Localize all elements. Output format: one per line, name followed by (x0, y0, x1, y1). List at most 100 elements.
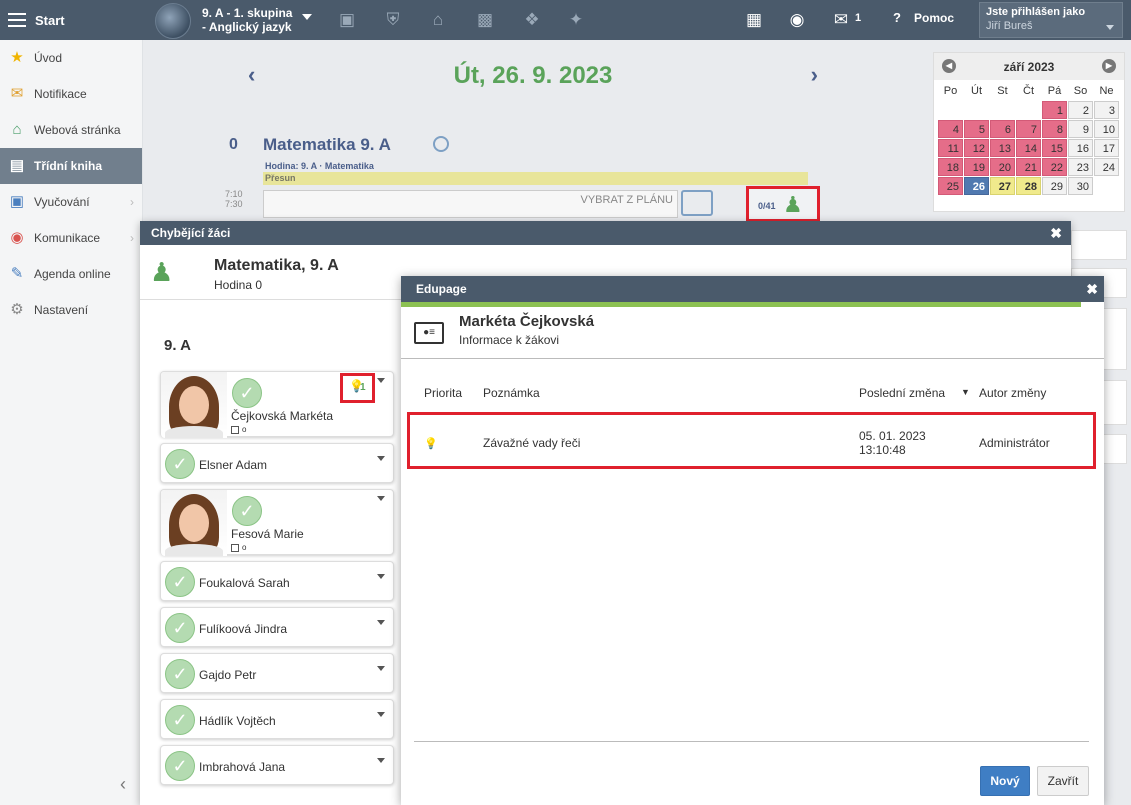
present-check-icon[interactable]: ✓ (165, 613, 195, 643)
calendar-day[interactable]: 13 (990, 139, 1015, 157)
sidebar-item-komunikace[interactable]: ◉ Komunikace › (0, 220, 142, 256)
calendar-day[interactable]: 3 (1094, 101, 1119, 119)
user-menu[interactable]: Jste přihlášen jako Jiří Bureš (979, 2, 1123, 38)
calendar-day[interactable]: 21 (1016, 158, 1041, 176)
walking-people-icon[interactable]: ✦ (566, 10, 586, 30)
cast-icon[interactable]: ▦ (744, 10, 764, 30)
student-card[interactable]: ✓ Fulíkoová Jindra (160, 607, 394, 647)
student-card[interactable]: ✓ Imbrahová Jana (160, 745, 394, 785)
calendar-day[interactable]: 26 (964, 177, 989, 195)
calendar-day[interactable]: 30 (1068, 177, 1093, 195)
calendar-day[interactable]: 1 (1042, 101, 1067, 119)
chevron-down-icon[interactable] (377, 758, 385, 763)
teacher-icon[interactable] (433, 136, 449, 152)
calendar-day[interactable]: 25 (938, 177, 963, 195)
bar-chart-icon[interactable]: ▩ (475, 10, 495, 30)
lesson-title[interactable]: Matematika 9. A (263, 135, 391, 155)
calendar-day[interactable]: 9 (1068, 120, 1093, 138)
present-check-icon[interactable]: ✓ (232, 378, 262, 408)
calendar-day[interactable]: 12 (964, 139, 989, 157)
new-button[interactable]: Nový (980, 766, 1030, 796)
student-card[interactable]: ✓ Fesová Marie o (160, 489, 394, 556)
envelope-icon[interactable]: ✉ (831, 10, 851, 30)
sidebar-item-webova-stranka[interactable]: ⌂ Webová stránka (0, 112, 142, 148)
sidebar-item-nastaveni[interactable]: ⚙ Nastavení (0, 292, 142, 328)
chevron-down-icon[interactable] (377, 378, 385, 383)
dialog-subtitle: Hodina 0 (214, 278, 263, 292)
badge-icon[interactable]: ❖ (522, 10, 542, 30)
column-header-author[interactable]: Autor změny (979, 386, 1046, 400)
calendar-day[interactable]: 15 (1042, 139, 1067, 157)
present-check-icon[interactable]: ✓ (165, 659, 195, 689)
calendar-day[interactable]: 22 (1042, 158, 1067, 176)
calendar-day[interactable]: 11 (938, 139, 963, 157)
sidebar-item-uvod[interactable]: ★ Úvod (0, 40, 142, 76)
calendar-day[interactable]: 23 (1068, 158, 1093, 176)
next-day-icon[interactable]: › (811, 62, 818, 88)
calendar-day[interactable]: 8 (1042, 120, 1067, 138)
student-card[interactable]: ✓ Gajdo Petr (160, 653, 394, 693)
class-selector[interactable]: 9. A - 1. skupina - Anglický jazyk (202, 6, 292, 34)
briefcase-icon[interactable] (681, 190, 713, 216)
present-check-icon[interactable]: ✓ (165, 567, 195, 597)
sidebar-item-agenda-online[interactable]: ✎ Agenda online (0, 256, 142, 292)
calendar-day[interactable]: 5 (964, 120, 989, 138)
help-link[interactable]: Pomoc (914, 11, 954, 25)
start-label: Start (35, 12, 65, 28)
calendar-day[interactable]: 2 (1068, 101, 1093, 119)
close-button[interactable]: Zavřít (1037, 766, 1089, 796)
chevron-down-icon[interactable] (377, 620, 385, 625)
calendar-day[interactable]: 24 (1094, 158, 1119, 176)
start-menu-button[interactable]: Start (0, 0, 143, 40)
present-check-icon[interactable]: ✓ (232, 496, 262, 526)
absent-students-button[interactable]: 0/41 ♟ (746, 186, 820, 222)
column-header-priority[interactable]: Priorita (424, 386, 462, 400)
calendar-day[interactable]: 17 (1094, 139, 1119, 157)
calendar-day[interactable]: 6 (990, 120, 1015, 138)
calendar-day[interactable]: 20 (990, 158, 1015, 176)
present-check-icon[interactable]: ✓ (165, 705, 195, 735)
student-card[interactable]: ✓ Elsner Adam (160, 443, 394, 483)
sort-desc-icon[interactable]: ▼ (961, 387, 970, 397)
sidebar-item-notifikace[interactable]: ✉ Notifikace (0, 76, 142, 112)
bank-icon[interactable]: ⌂ (428, 10, 448, 30)
close-icon[interactable]: ✖ (1086, 276, 1098, 302)
select-from-plan-button[interactable]: VYBRAT Z PLÁNU (263, 190, 678, 218)
sidebar-item-tridni-kniha[interactable]: ▤ Třídní kniha (0, 148, 142, 184)
calendar-day[interactable]: 16 (1068, 139, 1093, 157)
briefcase-icon[interactable]: ▣ (337, 10, 357, 30)
time-to: 7:30 (225, 199, 243, 209)
prev-month-icon[interactable]: ◀ (942, 59, 956, 73)
chevron-down-icon[interactable] (377, 712, 385, 717)
chevron-down-icon[interactable] (377, 456, 385, 461)
student-note-badge[interactable]: 💡 1 (340, 373, 375, 403)
chevron-down-icon[interactable] (377, 496, 385, 501)
calendar-day[interactable]: 14 (1016, 139, 1041, 157)
student-card[interactable]: ✓ Hádlík Vojtěch (160, 699, 394, 739)
shield-icon[interactable]: ⛨ (383, 10, 403, 30)
calendar-day[interactable]: 29 (1042, 177, 1067, 195)
chevron-down-icon[interactable] (377, 666, 385, 671)
column-header-note[interactable]: Poznámka (483, 386, 540, 400)
present-check-icon[interactable]: ✓ (165, 751, 195, 781)
chevron-down-icon[interactable] (377, 574, 385, 579)
sidebar-item-vyucovani[interactable]: ▣ Vyučování › (0, 184, 142, 220)
class-avatar[interactable] (155, 3, 191, 39)
calendar-day[interactable]: 19 (964, 158, 989, 176)
calendar-day[interactable]: 18 (938, 158, 963, 176)
column-header-last-change[interactable]: Poslední změna (859, 386, 945, 400)
collapse-sidebar-icon[interactable]: ‹ (120, 774, 126, 795)
calendar-day[interactable]: 27 (990, 177, 1015, 195)
help-icon[interactable]: ? (893, 10, 901, 25)
close-icon[interactable]: ✖ (1050, 221, 1062, 245)
calendar-day[interactable]: 28 (1016, 177, 1041, 195)
present-check-icon[interactable]: ✓ (165, 449, 195, 479)
student-card[interactable]: ✓ Foukalová Sarah (160, 561, 394, 601)
calendar-day[interactable]: 4 (938, 120, 963, 138)
chevron-down-icon[interactable] (302, 14, 312, 20)
next-month-icon[interactable]: ▶ (1102, 59, 1116, 73)
calendar-day[interactable]: 10 (1094, 120, 1119, 138)
chat-icon[interactable]: ◉ (787, 10, 807, 30)
sidebar-item-label: Webová stránka (34, 123, 121, 137)
calendar-day[interactable]: 7 (1016, 120, 1041, 138)
